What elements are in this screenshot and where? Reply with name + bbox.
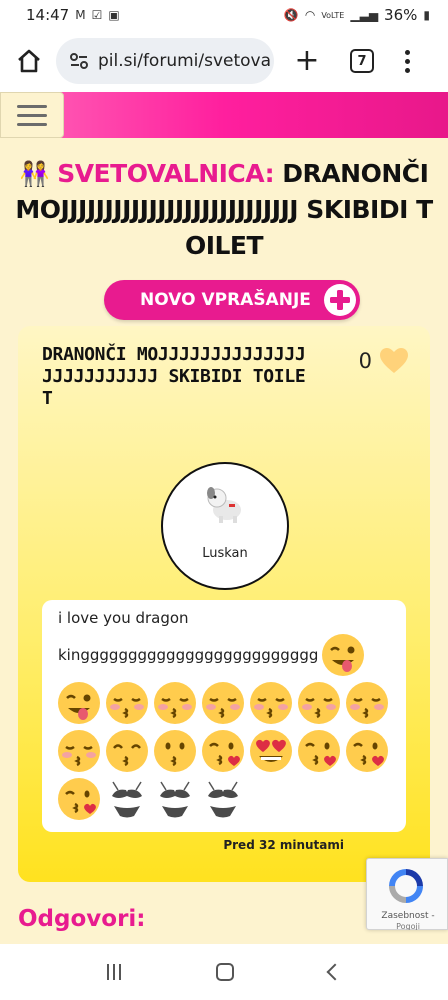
- author-avatar[interactable]: Luskan: [161, 462, 289, 590]
- new-tab-button[interactable]: +: [292, 46, 322, 76]
- girls-emoji-icon: 👭: [19, 160, 50, 188]
- kissing-blush-emoji: [200, 680, 246, 726]
- gmail-icon: M: [75, 8, 86, 22]
- kissing-blush-emoji: [344, 680, 390, 726]
- kissing-heart-emoji: [344, 728, 390, 774]
- status-bar: 14:47 M ☑ ▣ 🔇 ◠ VoLTE ▁▃▅ 36% ▮: [0, 0, 448, 30]
- plus-icon: [324, 284, 356, 316]
- url-text: pil.si/forumi/svetova: [98, 51, 272, 71]
- recents-button[interactable]: [107, 964, 122, 980]
- kissing-blush-emoji: [104, 680, 150, 726]
- recaptcha-terms-link[interactable]: Pogoji: [367, 922, 448, 930]
- site-header: [0, 92, 448, 138]
- question-body: i love you dragon kinggggggggggggggggggg…: [42, 600, 406, 832]
- kissing-heart-emoji: [296, 728, 342, 774]
- answers-heading: Odgovori:: [18, 906, 146, 932]
- bikini-emoji: [152, 776, 198, 822]
- clock: 14:47: [26, 6, 70, 24]
- battery-percent: 36%: [384, 6, 418, 24]
- tab-switcher-button[interactable]: 7: [350, 49, 374, 73]
- kissing-blush-emoji: [248, 680, 294, 726]
- hamburger-menu-button[interactable]: [0, 92, 64, 138]
- like-widget[interactable]: 0: [359, 348, 408, 374]
- browser-menu-button[interactable]: [402, 49, 412, 73]
- system-nav-bar: [0, 944, 448, 1000]
- volte-label: VoLTE: [321, 10, 345, 20]
- like-count: 0: [358, 349, 372, 373]
- address-bar[interactable]: pil.si/forumi/svetova: [56, 38, 274, 84]
- recaptcha-privacy-link[interactable]: Zasebnost -: [367, 911, 448, 921]
- wifi-icon: ◠: [304, 8, 316, 22]
- dog-avatar-icon: [207, 487, 241, 523]
- emoji-row: [56, 776, 390, 822]
- kissing-heart-emoji: [200, 728, 246, 774]
- emoji-row: [56, 680, 390, 726]
- kissing-blush-emoji: [296, 680, 342, 726]
- heart-icon[interactable]: [380, 348, 408, 374]
- category-link[interactable]: SVETOVALNICA:: [57, 159, 274, 188]
- battery-icon: ▮: [423, 8, 430, 22]
- question-card: DRANONČI MOJJJJJJJJJJJJJJJJJJJJJJJJJ SKI…: [18, 326, 430, 882]
- winking-tongue-emoji: [320, 632, 366, 678]
- check-icon: ☑: [91, 8, 103, 22]
- page-title: 👭 SVETOVALNICA: DRANONČI MOJJJJJJJJJJJJJ…: [14, 156, 434, 264]
- winking-tongue-emoji: [56, 680, 102, 726]
- question-title: DRANONČI MOJJJJJJJJJJJJJJJJJJJJJJJJJ SKI…: [42, 344, 306, 409]
- recaptcha-icon: [389, 869, 423, 903]
- bikini-emoji: [104, 776, 150, 822]
- site-settings-icon[interactable]: [68, 50, 90, 72]
- signal-icon: ▁▃▅: [350, 8, 379, 22]
- body-text-line: i love you dragon: [58, 609, 189, 627]
- post-timestamp: Pred 32 minutami: [223, 838, 344, 852]
- bikini-emoji: [200, 776, 246, 822]
- back-button[interactable]: [326, 963, 344, 981]
- emoji-row: [56, 728, 390, 774]
- home-button[interactable]: [215, 963, 234, 981]
- home-icon[interactable]: [10, 42, 48, 80]
- new-question-button[interactable]: NOVO VPRAŠANJE: [104, 280, 360, 320]
- heart-eyes-emoji: [248, 728, 294, 774]
- author-name[interactable]: Luskan: [163, 546, 287, 561]
- recaptcha-badge[interactable]: Zasebnost - Pogoji: [366, 858, 448, 930]
- mute-icon: 🔇: [283, 8, 299, 22]
- new-question-label: NOVO VPRAŠANJE: [140, 290, 311, 310]
- kissing-emoji: [152, 728, 198, 774]
- kissing-smiling-eyes-emoji: [104, 728, 150, 774]
- kissing-heart-emoji: [56, 776, 102, 822]
- browser-toolbar: pil.si/forumi/svetova + 7: [0, 30, 448, 92]
- kissing-blush-emoji: [56, 728, 102, 774]
- kissing-blush-emoji: [152, 680, 198, 726]
- image-icon: ▣: [108, 8, 120, 22]
- body-text-line: kinggggggggggggggggggggggggg: [58, 646, 319, 664]
